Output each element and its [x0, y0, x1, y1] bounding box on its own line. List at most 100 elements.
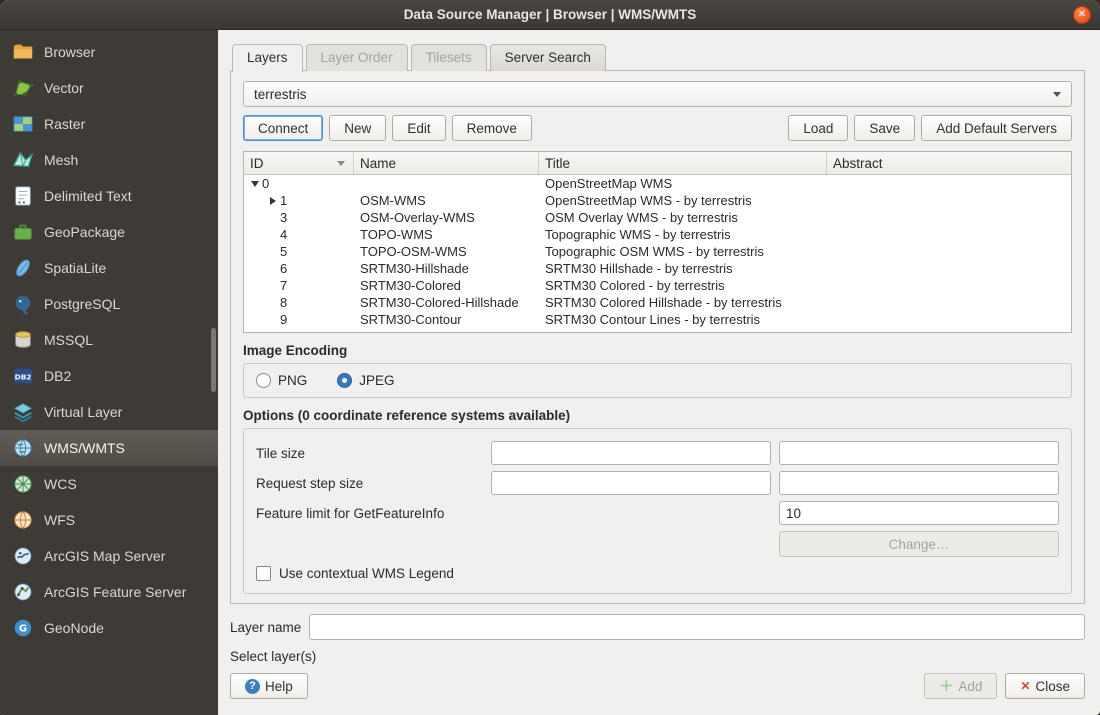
table-row[interactable]: 4 TOPO-WMS Topographic WMS - by terrestr…: [244, 226, 1071, 243]
request-step-x-input[interactable]: [491, 471, 771, 495]
remove-button[interactable]: Remove: [452, 115, 532, 141]
load-button[interactable]: Load: [788, 115, 848, 141]
row-name: SRTM30-Contour: [354, 312, 539, 327]
connect-button[interactable]: Connect: [243, 115, 323, 141]
sidebar-item-geopackage[interactable]: GeoPackage: [0, 214, 218, 250]
table-row[interactable]: 9 SRTM30-Contour SRTM30 Contour Lines - …: [244, 311, 1071, 328]
sidebar-scrollbar-thumb[interactable]: [211, 328, 216, 392]
tile-size-width-input[interactable]: [491, 441, 771, 465]
data-source-manager-window: Data Source Manager | Browser | WMS/WMTS…: [0, 0, 1100, 715]
sidebar-item-vector[interactable]: Vector: [0, 70, 218, 106]
column-header-label: ID: [250, 156, 264, 171]
options-group-label: Options (0 coordinate reference systems …: [243, 408, 1072, 423]
sidebar-item-wms-wmts[interactable]: WMS/WMTS: [0, 430, 218, 466]
table-row[interactable]: 1 OSM-WMS OpenStreetMap WMS - by terrest…: [244, 192, 1071, 209]
sort-indicator-icon: [337, 161, 345, 166]
select-layers-hint: Select layer(s): [230, 649, 1085, 664]
add-button-label: Add: [958, 679, 982, 694]
sidebar-item-wcs[interactable]: WCS: [0, 466, 218, 502]
sidebar-item-raster[interactable]: Raster: [0, 106, 218, 142]
sidebar-item-mesh[interactable]: Mesh: [0, 142, 218, 178]
svg-text:G: G: [19, 624, 27, 635]
table-row[interactable]: 8 SRTM30-Colored-Hillshade SRTM30 Colore…: [244, 294, 1071, 311]
save-button[interactable]: Save: [854, 115, 915, 141]
window-title: Data Source Manager | Browser | WMS/WMTS: [404, 7, 697, 22]
geopackage-icon: [12, 221, 34, 243]
sidebar-item-label: DB2: [44, 368, 71, 384]
wms-icon: [12, 437, 34, 459]
sidebar-item-arcgis-feature-server[interactable]: ArcGIS Feature Server: [0, 574, 218, 610]
expander-placeholder: [266, 228, 280, 242]
close-button[interactable]: Close: [1005, 673, 1085, 699]
sidebar-item-label: GeoNode: [44, 620, 104, 636]
column-header-name[interactable]: Name: [354, 152, 539, 174]
sidebar-item-spatialite[interactable]: SpatiaLite: [0, 250, 218, 286]
tab-layers[interactable]: Layers: [232, 44, 303, 72]
sidebar-item-wfs[interactable]: WFS: [0, 502, 218, 538]
add-icon: [939, 679, 953, 693]
row-title: Topographic WMS - by terrestris: [539, 227, 827, 242]
tab-layer-order: Layer Order: [306, 44, 408, 71]
contextual-wms-legend-checkbox[interactable]: Use contextual WMS Legend: [256, 566, 1059, 581]
server-connection-value: terrestris: [254, 87, 307, 102]
table-row[interactable]: 3 OSM-Overlay-WMS OSM Overlay WMS - by t…: [244, 209, 1071, 226]
tile-size-height-input[interactable]: [779, 441, 1059, 465]
edit-button[interactable]: Edit: [392, 115, 445, 141]
collapse-expander-icon[interactable]: [248, 177, 262, 191]
column-header-label: Name: [360, 156, 396, 171]
sidebar-item-mssql[interactable]: MSSQL: [0, 322, 218, 358]
row-title: OpenStreetMap WMS: [539, 176, 827, 191]
png-radio[interactable]: PNG: [256, 373, 307, 388]
expander-placeholder: [266, 245, 280, 259]
help-button-label: Help: [265, 679, 293, 694]
help-button[interactable]: Help: [230, 673, 308, 699]
row-name: TOPO-OSM-WMS: [354, 244, 539, 259]
table-row[interactable]: 7 SRTM30-Colored SRTM30 Colored - by ter…: [244, 277, 1071, 294]
wfs-icon: [12, 509, 34, 531]
new-button[interactable]: New: [329, 115, 386, 141]
sidebar-item-arcgis-map-server[interactable]: ArcGIS Map Server: [0, 538, 218, 574]
tab-tilesets: Tilesets: [411, 44, 487, 71]
sidebar-item-db2[interactable]: DB2 DB2: [0, 358, 218, 394]
options-grid: Tile size Request step size Feature limi…: [256, 441, 1059, 557]
mesh-icon: [12, 149, 34, 171]
window-close-button[interactable]: [1073, 6, 1091, 24]
sidebar-item-label: WCS: [44, 476, 77, 492]
tab-server-search[interactable]: Server Search: [490, 44, 606, 71]
close-button-label: Close: [1035, 679, 1070, 694]
layer-name-row: Layer name: [230, 614, 1085, 640]
row-title: SRTM30 Contour Lines - by terrestris: [539, 312, 827, 327]
row-id: 9: [280, 312, 287, 327]
sidebar-item-postgresql[interactable]: PostgreSQL: [0, 286, 218, 322]
svg-text:DB2: DB2: [15, 373, 32, 382]
request-step-y-input[interactable]: [779, 471, 1059, 495]
sidebar-item-label: Virtual Layer: [44, 404, 122, 420]
row-title: Topographic OSM WMS - by terrestris: [539, 244, 827, 259]
column-header-abstract[interactable]: Abstract: [827, 152, 1071, 174]
geonode-icon: G: [12, 617, 34, 639]
column-header-title[interactable]: Title: [539, 152, 827, 174]
layer-name-label: Layer name: [230, 620, 301, 635]
table-row[interactable]: 0 OpenStreetMap WMS: [244, 175, 1071, 192]
server-connection-select[interactable]: terrestris: [243, 81, 1072, 107]
radio-checked-icon: [337, 373, 352, 388]
expand-expander-icon[interactable]: [266, 194, 280, 208]
layers-tab-pane: terrestris Connect New Edit Remove Load …: [230, 70, 1085, 604]
add-default-servers-button[interactable]: Add Default Servers: [921, 115, 1072, 141]
sidebar-item-label: SpatiaLite: [44, 260, 106, 276]
table-row[interactable]: 6 SRTM30-Hillshade SRTM30 Hillshade - by…: [244, 260, 1071, 277]
table-row[interactable]: 5 TOPO-OSM-WMS Topographic OSM WMS - by …: [244, 243, 1071, 260]
row-id: 6: [280, 261, 287, 276]
feature-limit-input[interactable]: [779, 501, 1059, 525]
sidebar-item-delimited-text[interactable]: Delimited Text: [0, 178, 218, 214]
row-id: 7: [280, 278, 287, 293]
expander-placeholder: [266, 262, 280, 276]
layers-table-body: 0 OpenStreetMap WMS 1 OSM-WMS OpenStreet…: [244, 175, 1071, 328]
column-header-id[interactable]: ID: [244, 152, 354, 174]
jpeg-radio[interactable]: JPEG: [337, 373, 394, 388]
sidebar-item-virtual-layer[interactable]: Virtual Layer: [0, 394, 218, 430]
sidebar-item-geonode[interactable]: G GeoNode: [0, 610, 218, 646]
sidebar-item-browser[interactable]: Browser: [0, 34, 218, 70]
layer-name-input[interactable]: [309, 614, 1085, 640]
row-name: TOPO-WMS: [354, 227, 539, 242]
